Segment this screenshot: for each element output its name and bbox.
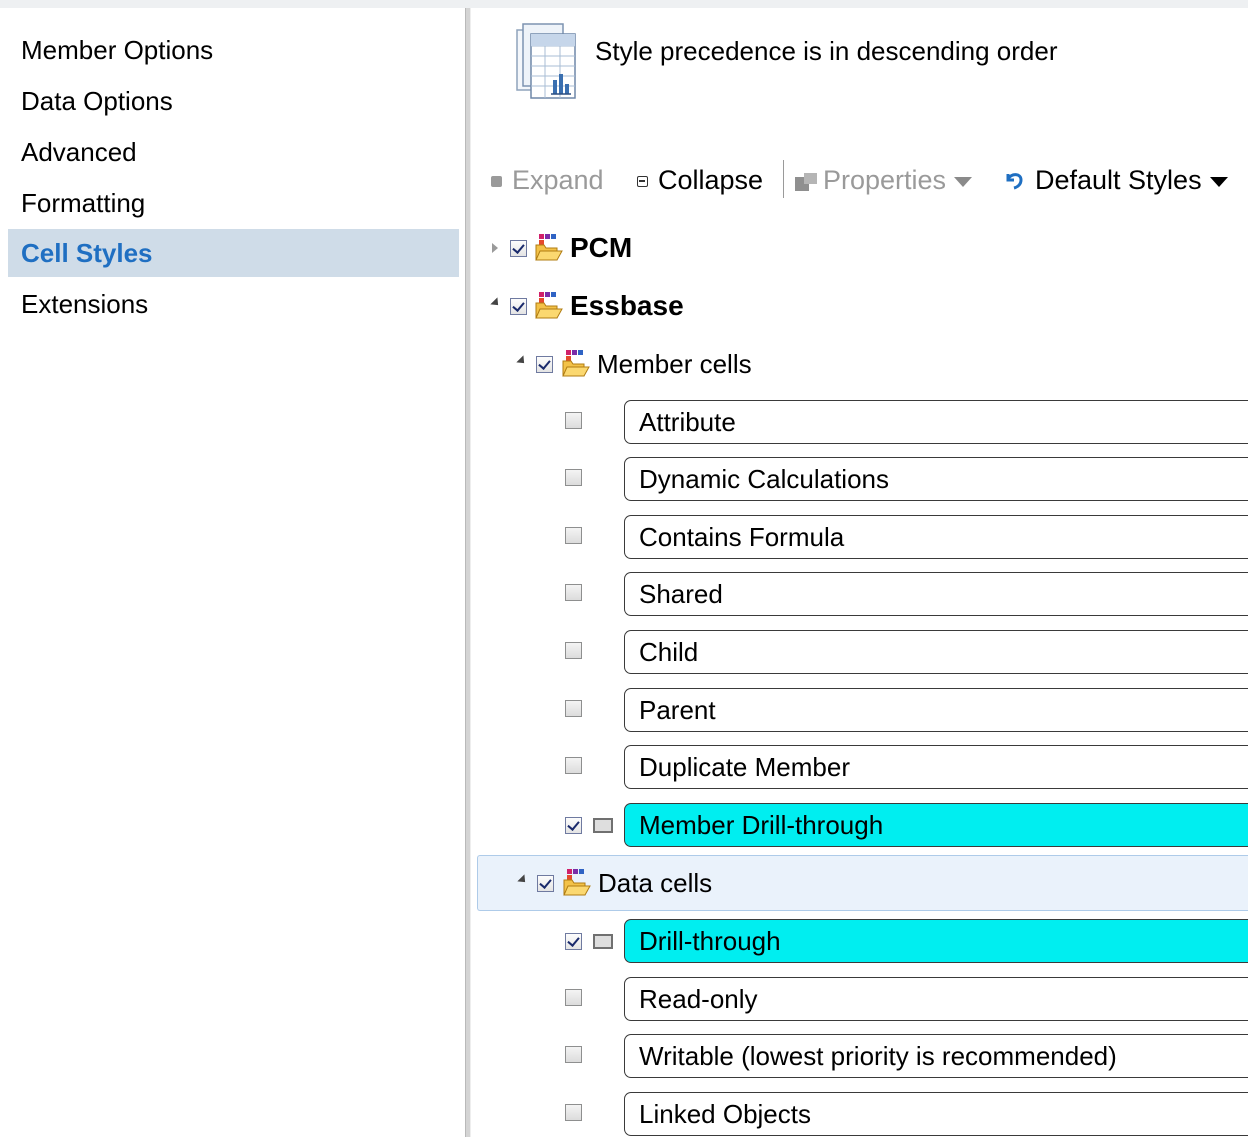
sidebar-item-advanced[interactable]: Advanced xyxy=(8,128,459,176)
sidebar-item-cell-styles[interactable]: Cell Styles xyxy=(8,229,459,277)
style-box-drill-through[interactable]: Drill-through xyxy=(624,919,1248,963)
top-strip xyxy=(0,0,1248,8)
sidebar-item-extensions[interactable]: Extensions xyxy=(8,280,459,328)
parent-checkbox[interactable] xyxy=(565,700,582,717)
data-cells-label: Data cells xyxy=(598,868,713,898)
style-row-member-drill-through[interactable]: Member Drill-through xyxy=(471,797,1248,853)
style-row-linked-objects[interactable]: Linked Objects xyxy=(471,1086,1248,1137)
collapse-arrow-icon[interactable] xyxy=(517,874,529,886)
expand-button[interactable]: Expand xyxy=(491,158,604,202)
pcm-checkbox[interactable] xyxy=(510,240,527,257)
sidebar: Member Options Data Options Advanced For… xyxy=(0,8,465,1137)
shared-checkbox[interactable] xyxy=(565,584,582,601)
properties-label: Properties xyxy=(823,165,947,195)
properties-dropdown-icon xyxy=(954,176,973,187)
member-cells-checkbox[interactable] xyxy=(536,356,553,373)
styles-folder-icon xyxy=(535,292,563,325)
expand-label: Expand xyxy=(512,165,604,195)
pcm-label: PCM xyxy=(570,232,633,263)
style-row-contains-formula[interactable]: Contains Formula xyxy=(471,509,1248,565)
style-box-linked-objects[interactable]: Linked Objects xyxy=(624,1092,1248,1136)
attribute-checkbox[interactable] xyxy=(565,412,582,429)
collapse-arrow-icon[interactable] xyxy=(490,297,502,309)
style-swatch xyxy=(593,934,613,949)
essbase-label: Essbase xyxy=(570,290,684,321)
style-row-attribute[interactable]: Attribute xyxy=(471,394,1248,450)
sidebar-item-member-options[interactable]: Member Options xyxy=(8,26,459,74)
style-row-drill-through[interactable]: Drill-through xyxy=(471,913,1248,969)
collapse-label: Collapse xyxy=(658,165,764,195)
member-drill-through-checkbox[interactable] xyxy=(565,817,582,834)
style-box-shared[interactable]: Shared xyxy=(624,572,1248,616)
sidebar-item-data-options[interactable]: Data Options xyxy=(8,77,459,125)
default-styles-button[interactable]: Default Styles xyxy=(1003,158,1228,202)
toolbar: Expand Collapse Properties Default Style… xyxy=(471,158,1248,202)
style-box-contains-formula[interactable]: Contains Formula xyxy=(624,515,1248,559)
contains-formula-checkbox[interactable] xyxy=(565,527,582,544)
styles-folder-icon xyxy=(563,869,591,902)
style-row-shared[interactable]: Shared xyxy=(471,566,1248,622)
style-row-duplicate-member[interactable]: Duplicate Member xyxy=(471,739,1248,795)
properties-icon xyxy=(795,172,817,191)
header-description: Style precedence is in descending order xyxy=(595,36,1058,66)
member-cells-label: Member cells xyxy=(597,349,752,379)
tree-node-data-cells[interactable]: Data cells xyxy=(477,855,1248,911)
properties-button[interactable]: Properties xyxy=(795,158,973,202)
default-styles-dropdown-icon xyxy=(1209,176,1228,187)
child-checkbox[interactable] xyxy=(565,642,582,659)
cell-styles-spreadsheet-icon xyxy=(511,22,579,107)
undo-icon xyxy=(1003,160,1025,204)
styles-folder-icon xyxy=(535,234,563,267)
read-only-checkbox[interactable] xyxy=(565,989,582,1006)
collapse-arrow-icon[interactable] xyxy=(516,355,528,367)
style-row-parent[interactable]: Parent xyxy=(471,682,1248,738)
style-box-parent[interactable]: Parent xyxy=(624,688,1248,732)
style-box-duplicate-member[interactable]: Duplicate Member xyxy=(624,745,1248,789)
default-styles-label: Default Styles xyxy=(1035,165,1202,195)
style-row-writable[interactable]: Writable (lowest priority is recommended… xyxy=(471,1028,1248,1084)
style-box-member-drill-through[interactable]: Member Drill-through xyxy=(624,803,1248,847)
style-row-read-only[interactable]: Read-only xyxy=(471,971,1248,1027)
collapse-button[interactable]: Collapse xyxy=(637,158,763,202)
expand-icon xyxy=(491,176,502,188)
collapse-icon xyxy=(637,176,648,188)
style-box-dynamic-calculations[interactable]: Dynamic Calculations xyxy=(624,457,1248,501)
writable-checkbox[interactable] xyxy=(565,1046,582,1063)
style-row-dynamic-calculations[interactable]: Dynamic Calculations xyxy=(471,451,1248,507)
dynamic-calculations-checkbox[interactable] xyxy=(565,469,582,486)
toolbar-separator xyxy=(783,160,784,198)
style-box-child[interactable]: Child xyxy=(624,630,1248,674)
data-cells-checkbox[interactable] xyxy=(537,875,554,892)
sidebar-item-formatting[interactable]: Formatting xyxy=(8,179,459,227)
style-swatch xyxy=(593,818,613,833)
expand-arrow-icon[interactable] xyxy=(492,243,498,253)
tree-node-pcm[interactable]: PCM xyxy=(471,220,1248,276)
linked-objects-checkbox[interactable] xyxy=(565,1104,582,1121)
styles-folder-icon xyxy=(562,350,590,383)
essbase-checkbox[interactable] xyxy=(510,298,527,315)
drill-through-checkbox[interactable] xyxy=(565,933,582,950)
style-box-writable[interactable]: Writable (lowest priority is recommended… xyxy=(624,1034,1248,1078)
duplicate-member-checkbox[interactable] xyxy=(565,757,582,774)
cell-styles-panel: Style precedence is in descending order … xyxy=(471,8,1248,1137)
tree-node-essbase[interactable]: Essbase xyxy=(471,278,1248,334)
tree-node-member-cells[interactable]: Member cells xyxy=(471,336,1248,392)
style-box-attribute[interactable]: Attribute xyxy=(624,400,1248,444)
style-box-read-only[interactable]: Read-only xyxy=(624,977,1248,1021)
style-row-child[interactable]: Child xyxy=(471,624,1248,680)
